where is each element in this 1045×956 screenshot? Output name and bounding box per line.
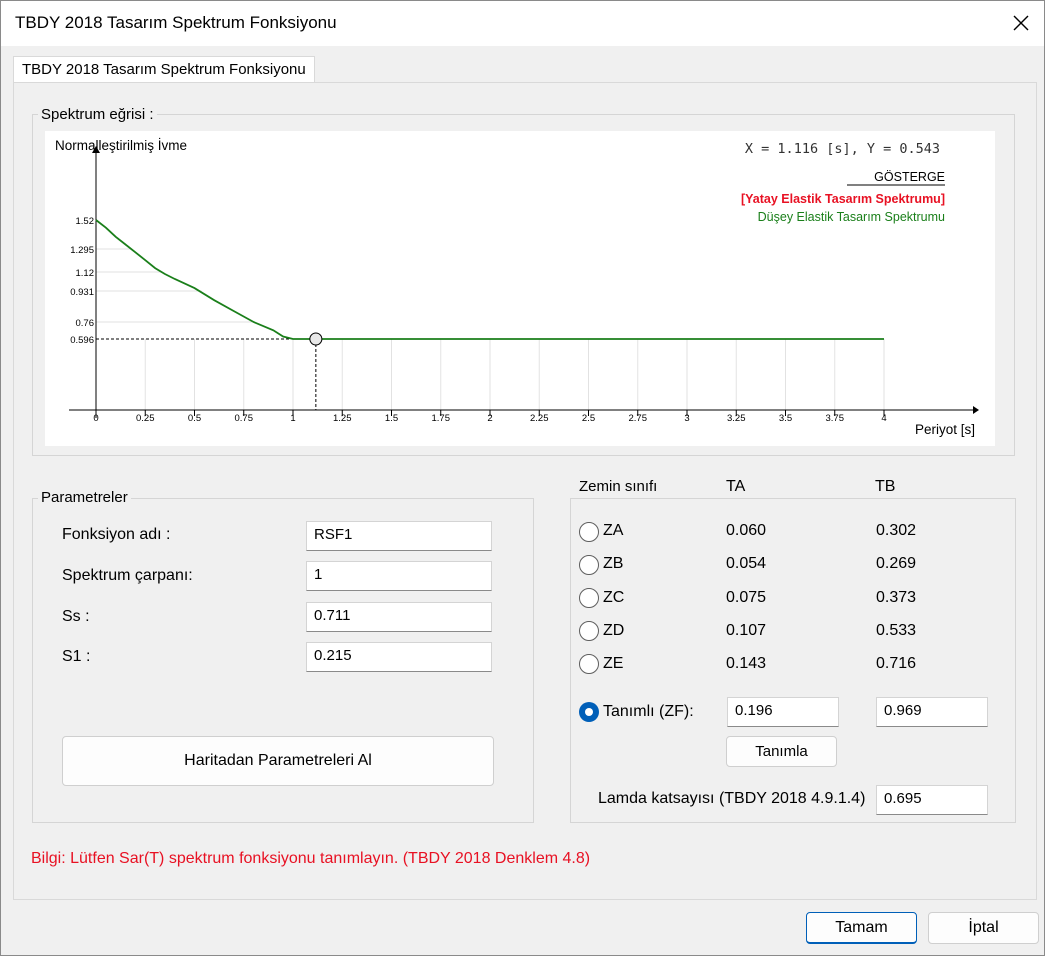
window-title: TBDY 2018 Tasarım Spektrum Fonksiyonu — [15, 13, 337, 32]
ss-label: Ss : — [62, 608, 90, 625]
x-tick-label: 3 — [684, 413, 689, 424]
soil-class-header: Zemin sınıfı — [579, 478, 658, 495]
x-axis-arrow — [973, 406, 979, 414]
x-tick-label: 1.5 — [385, 413, 398, 424]
zd-ta-value: 0.107 — [726, 622, 767, 639]
y-tick-label: 0.596 — [70, 335, 94, 346]
function-name-field[interactable]: RSF1 — [306, 521, 492, 551]
spectrum-chart[interactable]: 0 0.25 0.5 0.75 1 1.25 1.5 1.75 2 2.25 2.5 2.75 3 3.2… — [45, 131, 995, 446]
tab-strip: TBDY 2018 Tasarım Spektrum Fonksiyonu — [1, 46, 1044, 84]
legend-entry-vertical: Düşey Elastik Tasarım Spektrumu — [758, 210, 945, 224]
spectrum-scale-label: Spektrum çarpanı: — [62, 567, 193, 584]
x-tick-label: 3.25 — [727, 413, 746, 424]
title-bar: TBDY 2018 Tasarım Spektrum Fonksiyonu — [1, 1, 1044, 46]
radio-ze[interactable] — [579, 654, 599, 674]
radio-zc-label[interactable]: ZC — [603, 589, 624, 607]
custom-tb-field[interactable]: 0.969 — [876, 697, 988, 727]
x-tick-label: 2.25 — [530, 413, 549, 424]
x-tick-label: 0.25 — [136, 413, 155, 424]
x-tick-label: 1.75 — [432, 413, 451, 424]
x-tick-label: 0.75 — [235, 413, 254, 424]
x-tick-label: 0 — [93, 413, 98, 424]
lambda-field[interactable]: 0.695 — [876, 785, 988, 815]
x-tick-label: 1 — [290, 413, 295, 424]
spectrum-series-line — [95, 219, 884, 340]
close-icon — [1013, 15, 1029, 31]
zb-ta-value: 0.054 — [726, 555, 767, 572]
x-tick-label: 2 — [487, 413, 492, 424]
coordinate-readout: X = 1.116 [s], Y = 0.543 — [745, 141, 940, 157]
legend-title: GÖSTERGE — [874, 170, 945, 184]
radio-custom-zf-label[interactable]: Tanımlı (ZF): — [603, 703, 694, 721]
legend-entry-horizontal: [Yatay Elastik Tasarım Spektrumu] — [741, 192, 945, 206]
y-tick-label: 0.931 — [70, 287, 94, 298]
cancel-button[interactable]: İptal — [928, 912, 1039, 944]
s1-label: S1 : — [62, 648, 91, 665]
tb-header: TB — [875, 478, 896, 495]
zc-ta-value: 0.075 — [726, 589, 767, 606]
radio-zd[interactable] — [579, 621, 599, 641]
ze-ta-value: 0.143 — [726, 655, 767, 672]
ze-tb-value: 0.716 — [876, 655, 917, 672]
y-tick-label: 0.76 — [76, 318, 95, 329]
info-message: Bilgi: Lütfen Sar(T) spektrum fonksiyonu… — [31, 850, 591, 867]
radio-zc[interactable] — [579, 588, 599, 608]
ok-button[interactable]: Tamam — [806, 912, 917, 944]
za-ta-value: 0.060 — [726, 522, 767, 539]
x-axis-label: Periyot [s] — [915, 422, 975, 437]
parameters-group-label: Parametreler — [38, 489, 131, 506]
y-tick-label: 1.12 — [76, 268, 95, 279]
radio-zd-label[interactable]: ZD — [603, 622, 624, 640]
ss-field[interactable]: 0.711 — [306, 602, 492, 632]
zb-tb-value: 0.269 — [876, 555, 917, 572]
lambda-label: Lamda katsayısı (TBDY 2018 4.9.1.4) — [598, 790, 866, 807]
radio-zb[interactable] — [579, 555, 599, 575]
x-tick-label: 0.5 — [188, 413, 201, 424]
y-tick-label: 1.295 — [70, 245, 94, 256]
cursor-marker — [309, 332, 323, 346]
x-tick-label: 1.25 — [333, 413, 352, 424]
zc-tb-value: 0.373 — [876, 589, 917, 606]
tab-spectrum-function[interactable]: TBDY 2018 Tasarım Spektrum Fonksiyonu — [13, 56, 315, 84]
y-tick-label: 1.52 — [76, 216, 95, 227]
x-tick-label: 4 — [881, 413, 886, 424]
spectrum-group-label: Spektrum eğrisi : — [38, 106, 157, 123]
radio-za[interactable] — [579, 522, 599, 542]
radio-za-label[interactable]: ZA — [603, 522, 623, 540]
function-name-label: Fonksiyon adı : — [62, 526, 171, 543]
y-axis-label: Normalleştirilmiş İvme — [55, 138, 187, 153]
chart-svg: 0 0.25 0.5 0.75 1 1.25 1.5 1.75 2 2.25 2.5 2.75 3 3.2… — [55, 138, 979, 437]
define-button[interactable]: Tanımla — [726, 736, 837, 767]
close-button[interactable] — [1004, 7, 1038, 39]
map-parameters-button[interactable]: Haritadan Parametreleri Al — [62, 736, 494, 786]
x-tick-label: 3.75 — [826, 413, 845, 424]
za-tb-value: 0.302 — [876, 522, 917, 539]
radio-zb-label[interactable]: ZB — [603, 555, 623, 573]
radio-ze-label[interactable]: ZE — [603, 655, 623, 673]
radio-custom-zf[interactable] — [579, 702, 599, 722]
s1-field[interactable]: 0.215 — [306, 642, 492, 672]
soil-class-group — [570, 498, 1016, 823]
x-tick-label: 2.75 — [629, 413, 648, 424]
x-tick-label: 2.5 — [582, 413, 595, 424]
x-tick-label: 3.5 — [779, 413, 792, 424]
dialog-window: TBDY 2018 Tasarım Spektrum Fonksiyonu TB… — [0, 0, 1045, 956]
zd-tb-value: 0.533 — [876, 622, 917, 639]
ta-header: TA — [726, 478, 746, 495]
custom-ta-field[interactable]: 0.196 — [727, 697, 839, 727]
spectrum-scale-field[interactable]: 1 — [306, 561, 492, 591]
